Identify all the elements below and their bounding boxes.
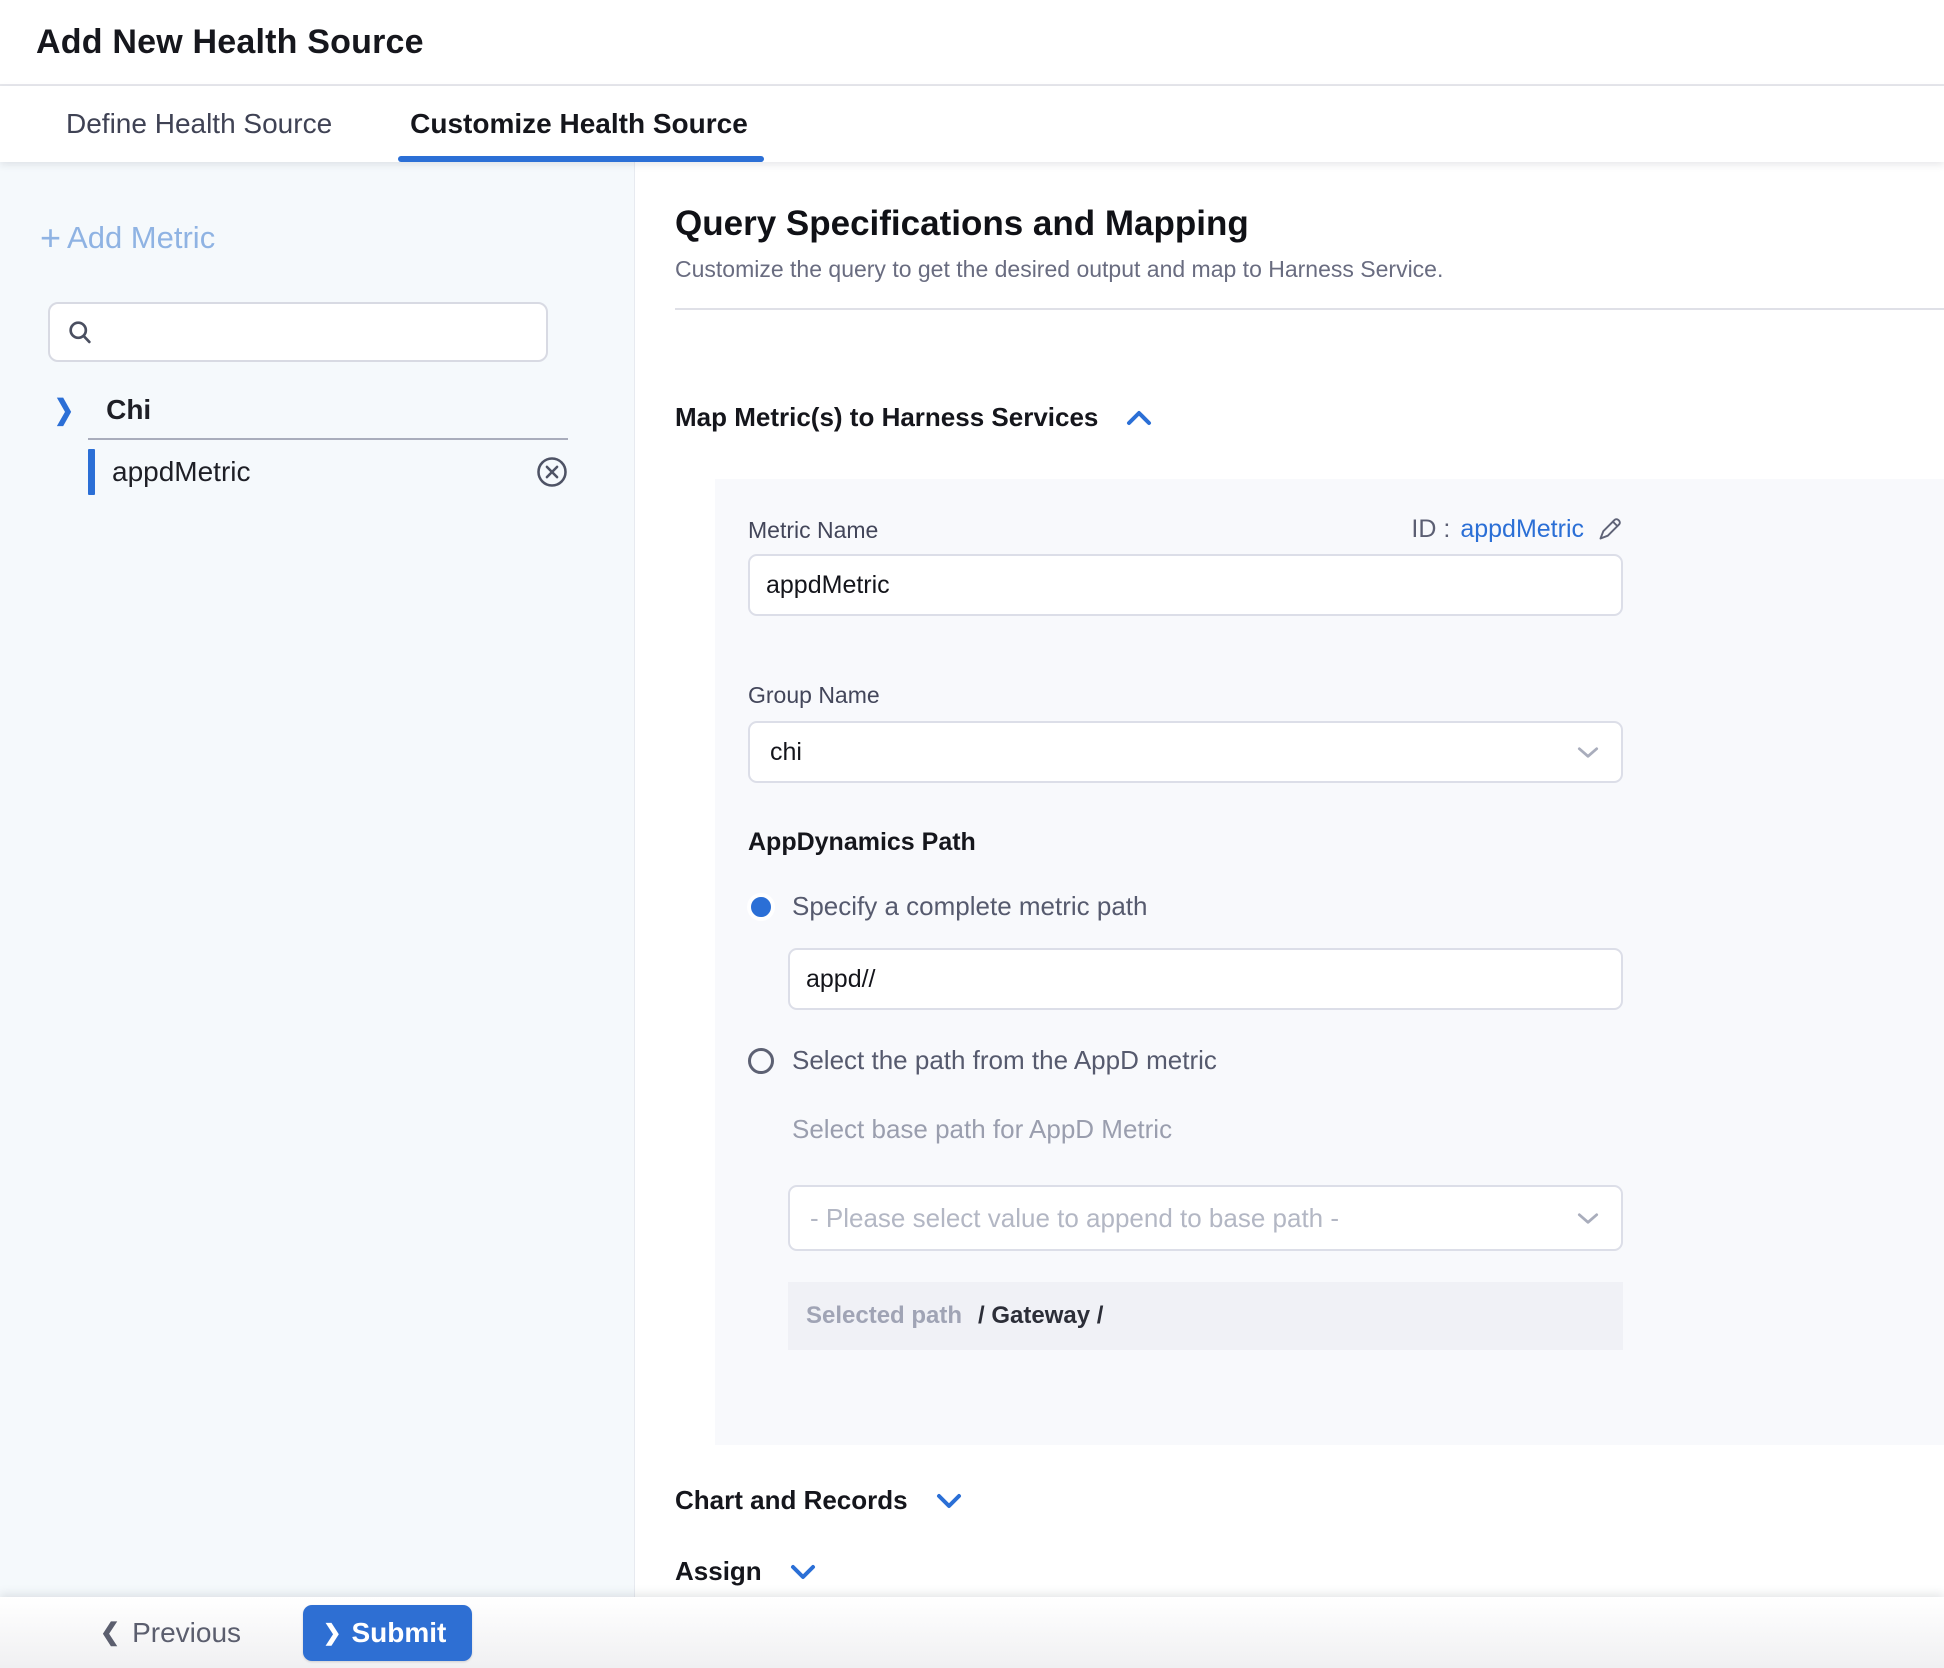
metric-group-chi[interactable]: ❯ Chi <box>0 394 634 426</box>
group-name-label: Group Name <box>748 682 1623 709</box>
base-path-select[interactable]: - Please select value to append to base … <box>788 1185 1623 1251</box>
add-metric-button[interactable]: + Add Metric <box>40 220 634 256</box>
id-label: ID : <box>1411 515 1450 544</box>
group-label: Chi <box>106 394 151 426</box>
radio-complete-metric-path[interactable]: Specify a complete metric path <box>748 891 1944 922</box>
query-spec-panel: Query Specifications and Mapping Customi… <box>635 162 1944 1597</box>
base-path-label: Select base path for AppD Metric <box>792 1114 1944 1145</box>
radio-unselected-icon[interactable] <box>748 1048 774 1074</box>
previous-button[interactable]: ❮ Previous <box>100 1617 241 1649</box>
chevron-right-icon: ❯ <box>323 1620 341 1646</box>
assign-section-toggle[interactable]: Assign <box>675 1556 1944 1587</box>
add-health-source-dialog: Add New Health Source Define Health Sour… <box>0 0 1944 1668</box>
dialog-body: + Add Metric ❯ Chi appdMetric <box>0 162 1944 1597</box>
search-input[interactable] <box>106 318 530 347</box>
id-value-link[interactable]: appdMetric <box>1460 515 1584 544</box>
selected-path-label: Selected path <box>806 1302 962 1330</box>
add-metric-label: Add Metric <box>67 220 215 256</box>
chart-and-records-title: Chart and Records <box>675 1485 908 1516</box>
group-name-select[interactable]: chi <box>748 721 1623 783</box>
chevron-down-icon <box>934 1490 964 1512</box>
heading-divider <box>675 308 1944 310</box>
selected-path-value: / Gateway / <box>978 1302 1103 1330</box>
tab-customize-health-source[interactable]: Customize Health Source <box>404 86 754 162</box>
section-heading: Query Specifications and Mapping <box>675 204 1944 244</box>
tab-define-health-source[interactable]: Define Health Source <box>60 86 338 162</box>
chart-and-records-section-toggle[interactable]: Chart and Records <box>675 1485 1944 1516</box>
group-name-value: chi <box>770 738 802 767</box>
map-metrics-card: Metric Name ID : appdMetric Group Name <box>715 479 1944 1445</box>
metric-item-label: appdMetric <box>112 456 251 488</box>
page-title: Add New Health Source <box>36 23 424 62</box>
submit-button[interactable]: ❯ Submit <box>303 1605 472 1661</box>
edit-id-icon[interactable] <box>1596 516 1623 543</box>
delete-metric-icon[interactable] <box>534 454 570 490</box>
section-subheading: Customize the query to get the desired o… <box>675 256 1944 283</box>
chevron-down-icon <box>788 1561 818 1583</box>
complete-metric-path-input[interactable] <box>788 948 1623 1010</box>
map-metrics-section-toggle[interactable]: Map Metric(s) to Harness Services <box>675 402 1944 433</box>
chevron-right-icon: ❯ <box>54 393 74 426</box>
plus-icon: + <box>40 220 61 256</box>
map-metrics-section-title: Map Metric(s) to Harness Services <box>675 402 1098 433</box>
base-path-placeholder: - Please select value to append to base … <box>810 1203 1339 1234</box>
radio-complete-label: Specify a complete metric path <box>792 891 1148 922</box>
radio-selected-icon[interactable] <box>748 894 774 920</box>
search-icon <box>66 318 94 346</box>
metric-id-group: ID : appdMetric <box>1411 515 1623 544</box>
chevron-down-icon <box>1575 743 1601 761</box>
metric-name-label-row: Metric Name ID : appdMetric <box>748 515 1623 544</box>
dialog-header: Add New Health Source <box>0 0 1944 86</box>
radio-from-metric-label: Select the path from the AppD metric <box>792 1045 1217 1076</box>
previous-label: Previous <box>132 1617 241 1649</box>
metric-name-input[interactable] <box>748 554 1623 616</box>
chevron-left-icon: ❮ <box>100 1618 120 1647</box>
tab-bar: Define Health Source Customize Health So… <box>0 86 1944 162</box>
metric-search-box <box>48 302 548 362</box>
chevron-down-icon <box>1575 1209 1601 1227</box>
metrics-sidebar: + Add Metric ❯ Chi appdMetric <box>0 162 635 1597</box>
metric-list-item-appdmetric[interactable]: appdMetric <box>0 440 634 504</box>
appdynamics-path-heading: AppDynamics Path <box>748 828 1944 857</box>
assign-title: Assign <box>675 1556 762 1587</box>
metric-name-label: Metric Name <box>748 517 878 544</box>
chevron-up-icon <box>1124 407 1154 429</box>
selected-path-bar: Selected path / Gateway / <box>788 1282 1623 1350</box>
submit-label: Submit <box>351 1617 446 1649</box>
radio-select-path-from-appd[interactable]: Select the path from the AppD metric <box>748 1045 1944 1076</box>
dialog-footer: ❮ Previous ❯ Submit <box>0 1597 1944 1668</box>
selected-indicator-bar <box>88 449 95 495</box>
